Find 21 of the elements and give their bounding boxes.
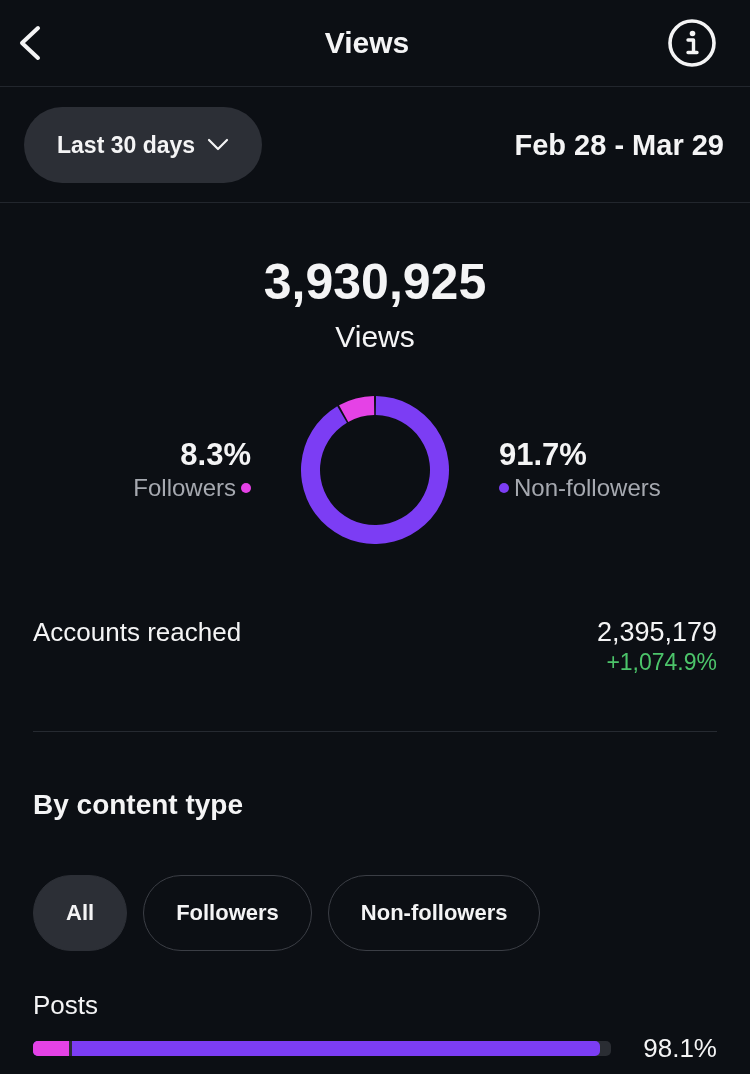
period-dropdown[interactable]: Last 30 days	[24, 106, 263, 183]
info-icon	[668, 19, 716, 67]
legend-label: Non-followers	[514, 473, 661, 503]
section-title: By content type	[33, 788, 244, 822]
filter-chip[interactable]: All	[33, 875, 128, 951]
metric-label: Accounts reached	[33, 616, 242, 648]
views-total: 3,930,925	[263, 253, 487, 311]
share-percent: 8.3%	[180, 437, 251, 473]
date-range: Feb 28 - Mar 29	[514, 127, 724, 163]
chevron-down-icon	[207, 138, 230, 151]
back-icon	[18, 25, 42, 61]
metric-change: +1,074.9%	[606, 648, 717, 676]
share-percent: 91.7%	[499, 437, 587, 473]
info-button[interactable]	[668, 19, 716, 67]
legend-label: Followers	[133, 473, 236, 503]
page-title: Views	[324, 25, 410, 61]
views-label: Views	[335, 319, 415, 355]
content-type-label: Posts	[33, 989, 99, 1021]
back-button[interactable]	[18, 25, 42, 61]
metric-value: 2,395,179	[596, 616, 717, 648]
content-type-percent: 98.1%	[643, 1032, 717, 1064]
